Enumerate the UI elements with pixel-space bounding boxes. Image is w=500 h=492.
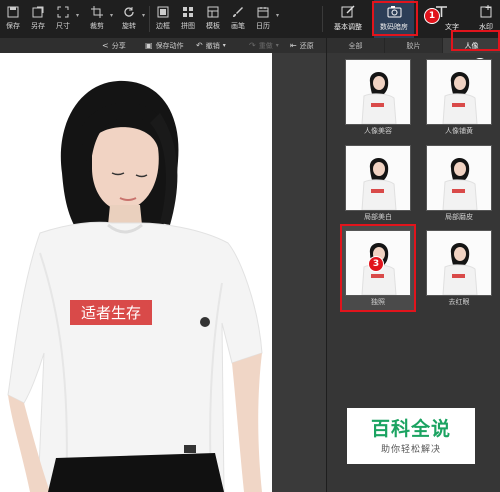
save-action-label: 保存动作 [155,41,184,50]
resize-dropdown-icon[interactable]: ▾ [76,12,79,19]
border-icon [157,6,169,18]
redo-icon: ↷ [249,41,256,50]
thumbnail-image [427,60,491,124]
save-action-button[interactable]: ▣ 保存动作 [145,38,184,53]
watermark-icon [480,5,491,18]
rotate-icon [124,7,134,17]
step-marker-3: 3 [368,256,384,272]
rotate-tool[interactable]: 旋转 [116,2,142,36]
resize-tool[interactable]: 尺寸 [50,2,76,36]
portrait-tab-highlight [451,30,500,51]
effect-label: 去红眼 [448,298,470,306]
crop-icon [91,6,103,18]
brush-icon [233,7,243,17]
share-icon: < [102,41,109,50]
save-icon [7,6,19,18]
restore-icon: ⇤ [290,41,297,50]
action-bar: < 分享 ▣ 保存动作 ↶ 撤销 ▾ ↷ 重做 ▾ ⇤ 还原 [0,38,326,53]
darkroom-highlight [372,1,418,36]
thumbnail-image [346,60,410,124]
collage-icon [183,7,193,17]
undo-dropdown-icon[interactable]: ▾ [223,42,226,49]
effect-label: 局部磨皮 [445,213,473,221]
crop-dropdown-icon[interactable]: ▾ [110,12,113,19]
collage-label: 拼图 [181,22,195,30]
brush-label: 画笔 [231,22,245,30]
save-as-icon [32,6,44,18]
crop-tool[interactable]: 裁剪 [84,2,110,36]
watermark-subtitle: 助你轻松解决 [380,444,441,455]
portrait-photo: 适者生存 [0,53,272,492]
save-as-label: 另存 [31,22,45,30]
save-action-icon: ▣ [145,41,153,50]
border-label: 边框 [156,22,170,30]
tab-film[interactable]: 胶片 [385,38,443,53]
calendar-tool[interactable]: 日历 [250,2,276,36]
effect-thumbnail[interactable] [345,145,411,211]
template-tool[interactable]: 模板 [200,2,226,36]
resize-icon [57,6,69,18]
watermark-logo: 百科全说 助你轻松解决 [347,408,475,464]
canvas-margin [272,53,326,492]
rotate-label: 旋转 [122,22,136,30]
save-as-tool[interactable]: 另存 [25,2,51,36]
rotate-dropdown-icon[interactable]: ▾ [142,12,145,19]
effect-thumbnail[interactable] [345,59,411,125]
calendar-label: 日历 [256,22,270,30]
redo-button[interactable]: ↷ 重做 ▾ [249,38,279,53]
calendar-dropdown-icon[interactable]: ▾ [276,12,279,19]
thumbnail-image [427,231,491,295]
save-label: 保存 [6,22,20,30]
watermark-title: 百科全说 [370,417,451,440]
effect-thumbnail[interactable] [426,59,492,125]
adjust-icon [341,5,354,18]
tab-all[interactable]: 全部 [327,38,385,53]
basic-adjust-label: 基本调整 [334,23,362,31]
redo-label: 重做 [258,41,273,50]
effect-thumbnail[interactable] [426,230,492,296]
photo-canvas[interactable]: 适者生存 [0,53,272,492]
border-tool[interactable]: 边框 [150,2,176,36]
crop-label: 裁剪 [90,22,104,30]
thumbnail-image [427,146,491,210]
template-icon [207,6,219,18]
resize-label: 尺寸 [56,22,70,30]
share-button[interactable]: < 分享 [102,38,126,53]
calendar-icon [257,7,269,18]
undo-icon: ↶ [196,41,203,50]
share-label: 分享 [111,41,126,50]
collage-tool[interactable]: 拼图 [175,2,201,36]
restore-button[interactable]: ⇤ 还原 [290,38,314,53]
effect-label: 人像美容 [364,127,392,135]
shirt-print-text: 适者生存 [81,304,141,322]
basic-adjust-tool[interactable]: 基本调整 [328,0,368,38]
step-marker-1: 1 [424,8,440,24]
brush-tool[interactable]: 画笔 [225,2,251,36]
effect-label: 人像铺黄 [445,127,473,135]
thumbnail-image [346,146,410,210]
effect-thumbnail[interactable] [426,145,492,211]
template-label: 模板 [206,22,220,30]
restore-label: 还原 [299,41,314,50]
undo-button[interactable]: ↶ 撤销 ▾ [196,38,226,53]
save-tool[interactable]: 保存 [0,2,26,36]
toolbar-divider-right [322,6,323,32]
redo-dropdown-icon[interactable]: ▾ [276,42,279,49]
effect-label: 局部美白 [364,213,392,221]
undo-label: 撤销 [205,41,220,50]
